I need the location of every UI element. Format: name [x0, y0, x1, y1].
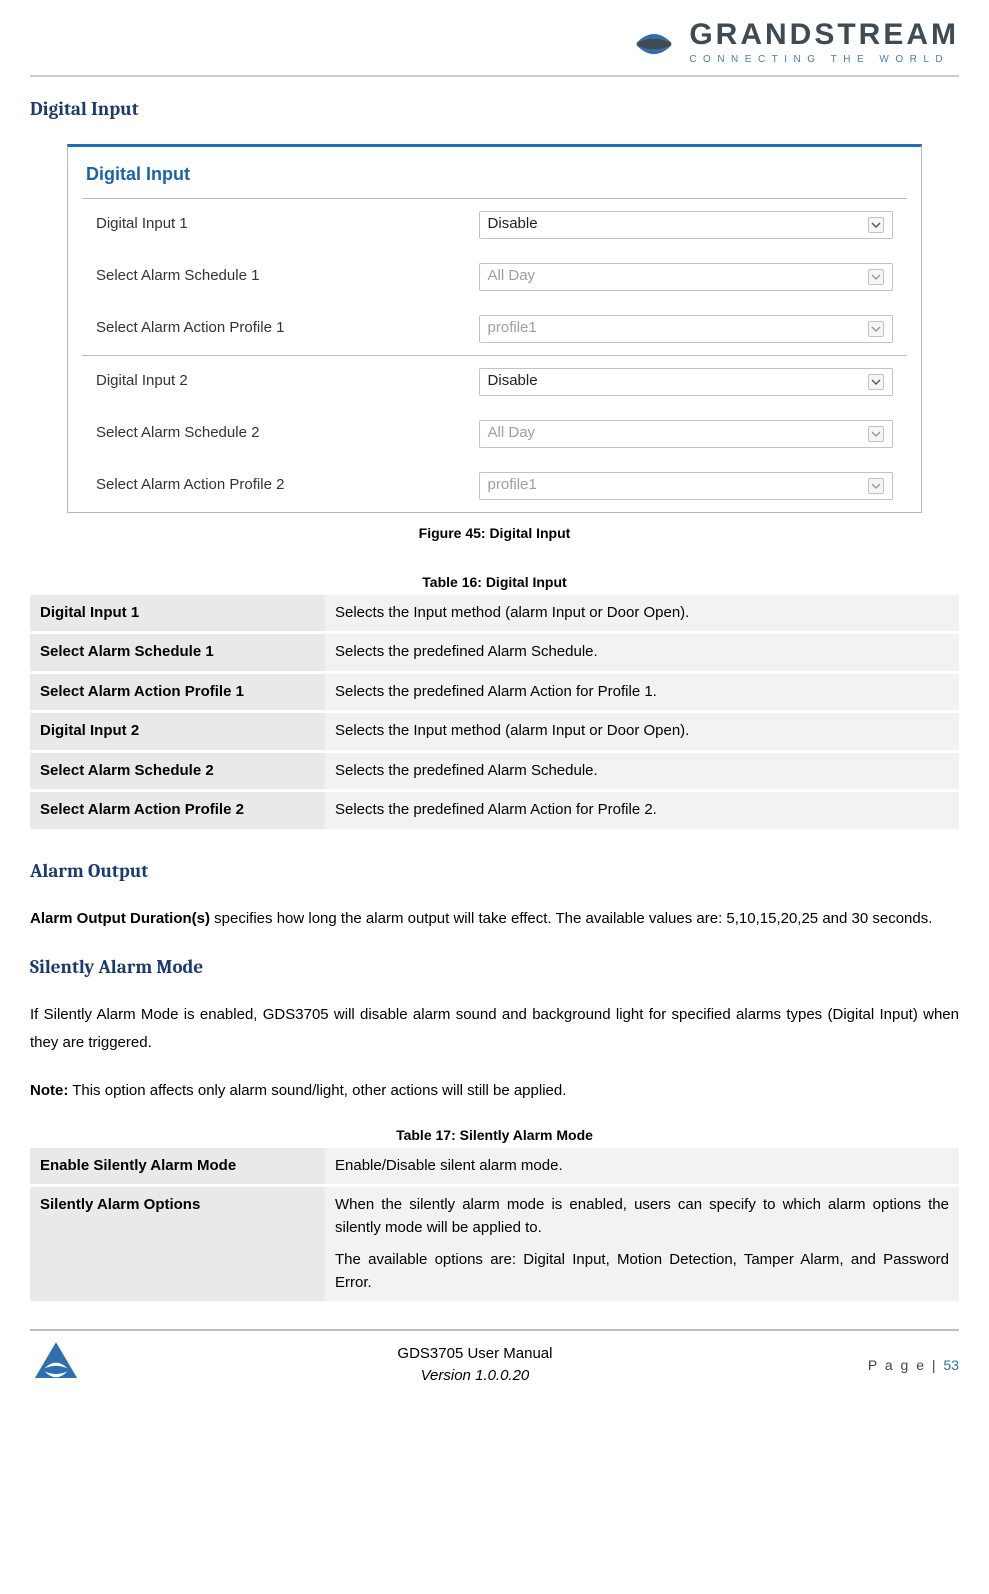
- chevron-down-icon: [868, 217, 884, 233]
- footer-rule: [30, 1329, 959, 1331]
- table-row: Select Alarm Action Profile 1Selects the…: [30, 672, 959, 712]
- table-cell-desc: Enable/Disable silent alarm mode.: [325, 1148, 959, 1186]
- table-row: Silently Alarm Options When the silently…: [30, 1186, 959, 1302]
- select-value: All Day: [488, 265, 536, 288]
- table-cell-desc: Selects the predefined Alarm Schedule.: [325, 633, 959, 673]
- heading-digital-input: Digital Input: [30, 95, 959, 124]
- footer-title: GDS3705 User Manual: [82, 1343, 868, 1366]
- table-cell-desc: Selects the predefined Alarm Action for …: [325, 791, 959, 829]
- table-row: Digital Input 2Selects the Input method …: [30, 712, 959, 752]
- brand-name: GRANDSTREAM: [689, 20, 959, 50]
- select-alarm-schedule-1[interactable]: All Day: [479, 263, 893, 291]
- select-alarm-action-profile-1[interactable]: profile1: [479, 315, 893, 343]
- cell-paragraph: The available options are: Digital Input…: [335, 1249, 949, 1294]
- heading-silently-alarm-mode: Silently Alarm Mode: [30, 953, 959, 982]
- note-bold: Note:: [30, 1082, 68, 1099]
- chevron-down-icon: [868, 321, 884, 337]
- table-cell-desc: Selects the predefined Alarm Schedule.: [325, 751, 959, 791]
- fig-label: Select Alarm Schedule 2: [96, 422, 479, 445]
- fig-row: Select Alarm Schedule 1 All Day: [82, 251, 907, 303]
- table-row: Select Alarm Schedule 2Selects the prede…: [30, 751, 959, 791]
- select-value: Disable: [488, 370, 538, 393]
- fig-row: Select Alarm Action Profile 2 profile1: [82, 460, 907, 512]
- select-alarm-action-profile-2[interactable]: profile1: [479, 472, 893, 500]
- select-value: Disable: [488, 213, 538, 236]
- chevron-down-icon: [868, 374, 884, 390]
- figure-panel-title: Digital Input: [68, 147, 921, 198]
- table17-caption: Table 17: Silently Alarm Mode: [30, 1125, 959, 1146]
- figure-group-1: Digital Input 1 Disable Select Alarm Sch…: [82, 198, 907, 355]
- silently-paragraph-1: If Silently Alarm Mode is enabled, GDS37…: [30, 1001, 959, 1057]
- table-row: Enable Silently Alarm Mode Enable/Disabl…: [30, 1148, 959, 1186]
- table-cell-name: Digital Input 2: [30, 712, 325, 752]
- table-cell-desc: Selects the Input method (alarm Input or…: [325, 712, 959, 752]
- table-silently-alarm-mode: Enable Silently Alarm Mode Enable/Disabl…: [30, 1148, 959, 1302]
- figure-digital-input: Digital Input Digital Input 1 Disable Se…: [67, 144, 922, 513]
- select-digital-input-2[interactable]: Disable: [479, 368, 893, 396]
- fig-label: Select Alarm Action Profile 2: [96, 474, 479, 497]
- heading-alarm-output: Alarm Output: [30, 857, 959, 886]
- alarm-output-paragraph: Alarm Output Duration(s) specifies how l…: [30, 905, 959, 933]
- chevron-down-icon: [868, 478, 884, 494]
- table-cell-name: Enable Silently Alarm Mode: [30, 1148, 325, 1186]
- table16-caption: Table 16: Digital Input: [30, 572, 959, 593]
- chevron-down-icon: [868, 269, 884, 285]
- table-row: Digital Input 1Selects the Input method …: [30, 595, 959, 633]
- table-cell-desc: Selects the predefined Alarm Action for …: [325, 672, 959, 712]
- footer-version: Version 1.0.0.20: [82, 1365, 868, 1388]
- select-digital-input-1[interactable]: Disable: [479, 211, 893, 239]
- chevron-down-icon: [868, 426, 884, 442]
- select-value: profile1: [488, 474, 537, 497]
- footer-page-number: 53: [943, 1357, 959, 1373]
- footer-page-label: P a g e |: [868, 1357, 944, 1373]
- select-value: All Day: [488, 422, 536, 445]
- note-rest: This option affects only alarm sound/lig…: [68, 1082, 566, 1099]
- table-cell-name: Select Alarm Action Profile 1: [30, 672, 325, 712]
- table-cell-name: Select Alarm Schedule 2: [30, 751, 325, 791]
- page-footer: GDS3705 User Manual Version 1.0.0.20 P a…: [30, 1339, 959, 1391]
- table-cell-desc: When the silently alarm mode is enabled,…: [325, 1186, 959, 1302]
- cell-paragraph: Enable/Disable silent alarm mode.: [335, 1155, 949, 1178]
- table-row: Select Alarm Action Profile 2Selects the…: [30, 791, 959, 829]
- table-cell-desc: Selects the Input method (alarm Input or…: [325, 595, 959, 633]
- fig-label: Digital Input 1: [96, 213, 479, 236]
- figure-group-2: Digital Input 2 Disable Select Alarm Sch…: [82, 355, 907, 512]
- select-alarm-schedule-2[interactable]: All Day: [479, 420, 893, 448]
- footer-page-indicator: P a g e | 53: [868, 1355, 959, 1376]
- fig-row: Select Alarm Action Profile 1 profile1: [82, 303, 907, 355]
- brand-tagline: CONNECTING THE WORLD: [689, 52, 959, 67]
- table-digital-input: Digital Input 1Selects the Input method …: [30, 595, 959, 829]
- footer-logo-icon: [30, 1339, 82, 1391]
- fig-label: Select Alarm Action Profile 1: [96, 317, 479, 340]
- fig-row: Digital Input 1 Disable: [82, 199, 907, 251]
- fig-label: Digital Input 2: [96, 370, 479, 393]
- alarm-output-lead-rest: specifies how long the alarm output will…: [210, 910, 932, 927]
- fig-label: Select Alarm Schedule 1: [96, 265, 479, 288]
- figure-caption: Figure 45: Digital Input: [30, 523, 959, 544]
- table-cell-name: Digital Input 1: [30, 595, 325, 633]
- brand-logo-icon: [631, 21, 677, 67]
- header-rule: [30, 75, 959, 77]
- table-row: Select Alarm Schedule 1Selects the prede…: [30, 633, 959, 673]
- fig-row: Select Alarm Schedule 2 All Day: [82, 408, 907, 460]
- table-cell-name: Select Alarm Action Profile 2: [30, 791, 325, 829]
- table-cell-name: Select Alarm Schedule 1: [30, 633, 325, 673]
- header-brand: GRANDSTREAM CONNECTING THE WORLD: [30, 20, 959, 71]
- alarm-output-lead-bold: Alarm Output Duration(s): [30, 910, 210, 927]
- cell-paragraph: When the silently alarm mode is enabled,…: [335, 1194, 949, 1239]
- table-cell-name: Silently Alarm Options: [30, 1186, 325, 1302]
- silently-note: Note: This option affects only alarm sou…: [30, 1077, 959, 1105]
- select-value: profile1: [488, 317, 537, 340]
- fig-row: Digital Input 2 Disable: [82, 356, 907, 408]
